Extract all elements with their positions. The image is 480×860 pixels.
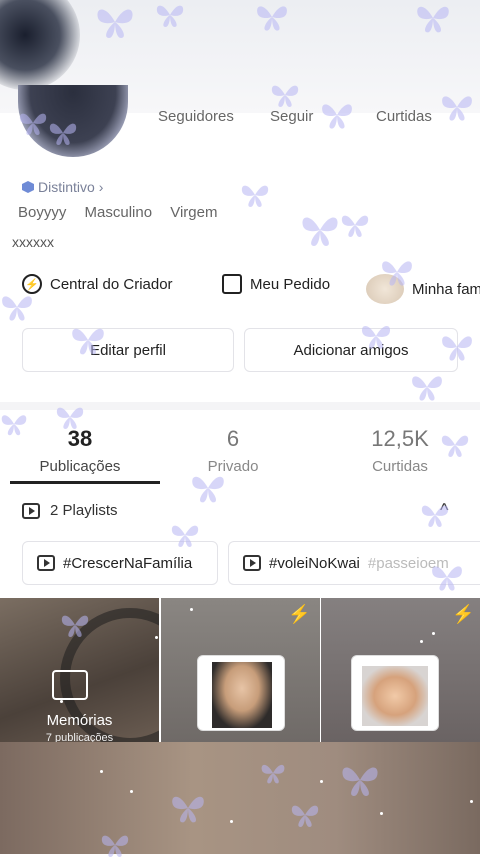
my-family-shortcut[interactable]: Minha fam (366, 274, 480, 304)
zodiac-sign: Virgem (170, 204, 218, 221)
video-preview (197, 655, 285, 731)
butterfly-icon (340, 210, 370, 240)
tab-publications[interactable]: 38 Publicações (0, 416, 160, 475)
memories-icon (52, 670, 88, 700)
gender: Masculino (84, 204, 153, 221)
tab-label: Curtidas (372, 458, 428, 475)
following-label[interactable]: Seguir (270, 108, 313, 125)
add-friends-button[interactable]: Adicionar amigos (244, 328, 458, 372)
playlist-icon (37, 555, 55, 571)
playlist-chip-label: #passeioem (367, 554, 449, 572)
tab-count: 6 (226, 426, 240, 451)
tab-likes[interactable]: 12,5K Curtidas (320, 416, 480, 475)
creator-center-label: Central do Criador (50, 275, 173, 293)
cover-image (0, 0, 80, 90)
avatar[interactable] (18, 85, 128, 157)
sparkle-decoration (380, 812, 383, 815)
playlist-chip[interactable]: #CrescerNaFamília (22, 541, 218, 585)
sparkle-decoration (230, 820, 233, 823)
badge-link[interactable]: Distintivo › (22, 179, 103, 195)
next-row-thumbnails[interactable] (0, 742, 480, 854)
butterfly-icon (240, 180, 270, 210)
chevron-up-icon[interactable]: ^ (440, 500, 448, 521)
chevron-right-icon: › (98, 179, 104, 195)
tab-private[interactable]: 6 Privado (153, 416, 313, 475)
tab-count: 38 (67, 426, 93, 451)
video-preview (351, 655, 439, 731)
likes-label[interactable]: Curtidas (376, 108, 432, 125)
followers-label[interactable]: Seguidores (158, 108, 234, 125)
playlists-header[interactable]: 2 Playlists (22, 502, 118, 519)
sparkle-decoration (60, 700, 63, 703)
profile-meta: Boyyyy Masculino Virgem (18, 204, 231, 221)
playlist-icon (243, 555, 261, 571)
edit-profile-button[interactable]: Editar perfil (22, 328, 234, 372)
creator-center-shortcut[interactable]: ⚡ Central do Criador (22, 274, 173, 294)
my-orders-label: Meu Pedido (250, 275, 331, 293)
sparkle-decoration (470, 800, 473, 803)
playlist-chip-label: #CrescerNaFamília (63, 554, 193, 572)
shopping-bag-icon (222, 274, 242, 294)
flash-icon: ⚡ (288, 604, 311, 624)
butterfly-icon (410, 370, 444, 404)
memories-title: Memórias (46, 712, 113, 729)
sparkle-decoration (432, 632, 435, 635)
active-tab-indicator (10, 481, 160, 484)
butterfly-icon (300, 210, 340, 250)
flash-icon: ⚡ (452, 604, 475, 624)
family-avatar-icon (366, 274, 404, 304)
my-family-label: Minha fam (412, 280, 480, 298)
playlists-label: 2 Playlists (50, 502, 118, 519)
sparkle-decoration (190, 608, 193, 611)
sparkle-decoration (155, 636, 158, 639)
badge-icon (22, 181, 34, 193)
section-divider (0, 402, 480, 410)
sparkle-decoration (420, 640, 423, 643)
lightning-icon: ⚡ (22, 274, 42, 294)
shortcuts-row: ⚡ Central do Criador Meu Pedido Minha fa… (0, 274, 480, 306)
sparkle-decoration (320, 780, 323, 783)
sparkle-decoration (100, 770, 103, 773)
badge-label: Distintivo (38, 179, 95, 195)
tab-count: 12,5K (371, 426, 429, 451)
playlist-icon (22, 502, 40, 519)
username: Boyyyy (18, 204, 67, 221)
playlist-chip-label: #voleiNoKwai (269, 554, 360, 572)
bio: xxxxxx (12, 234, 54, 250)
playlist-chip[interactable]: #voleiNoKwai #passeioem (228, 541, 480, 585)
tab-label: Publicações (39, 458, 121, 475)
my-orders-shortcut[interactable]: Meu Pedido (222, 274, 330, 294)
sparkle-decoration (130, 790, 133, 793)
content-tabs: 38 Publicações 6 Privado 12,5K Curtidas (0, 416, 480, 486)
tab-label: Privado (207, 458, 259, 475)
